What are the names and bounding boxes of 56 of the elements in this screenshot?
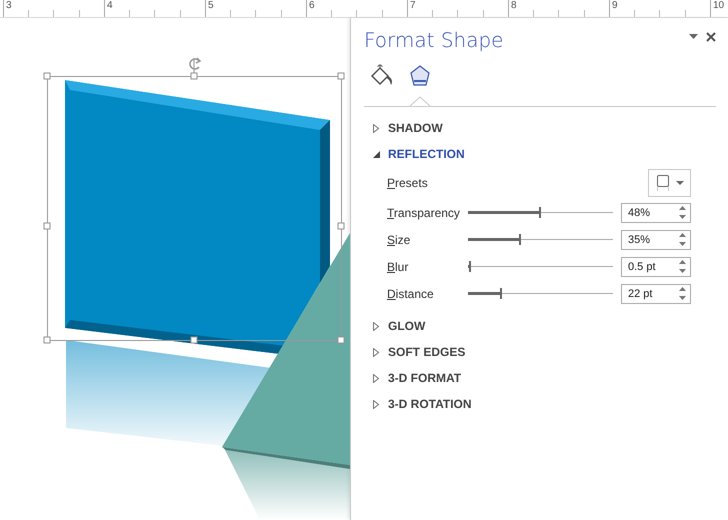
- collapsed-triangle-icon: [373, 374, 380, 382]
- setting-label: Blur: [387, 260, 410, 274]
- presets-label: Presets: [387, 176, 429, 190]
- close-icon[interactable]: [706, 32, 716, 42]
- ruler-number: 3: [5, 0, 12, 13]
- spin-down-icon[interactable]: [679, 242, 686, 246]
- triangle-shape[interactable]: [222, 233, 350, 469]
- paint-bucket-icon: [369, 64, 395, 88]
- slider[interactable]: [468, 261, 615, 272]
- collapsed-triangle-icon: [373, 348, 380, 356]
- panel-title: Format Shape: [364, 28, 504, 52]
- ruler-number: 9: [611, 0, 618, 13]
- preset-frame-icon: [656, 174, 670, 192]
- value-spinner[interactable]: 48%: [621, 202, 691, 222]
- value-spinner[interactable]: 22 pt: [621, 284, 691, 304]
- section-header[interactable]: SHADOW: [364, 115, 443, 141]
- ruler-number: 7: [409, 0, 416, 13]
- value-spinner[interactable]: 35%: [621, 230, 691, 250]
- collapsed-triangle-icon: [373, 400, 380, 408]
- value-spinner[interactable]: 0.5 pt: [621, 256, 691, 276]
- dropdown-caret-icon[interactable]: [689, 34, 698, 40]
- section-header[interactable]: 3-D FORMAT: [364, 365, 462, 391]
- ruler-number: 5: [207, 0, 214, 13]
- rotate-handle-icon[interactable]: [189, 57, 202, 70]
- pentagon-icon: [409, 64, 431, 88]
- ruler-number: 8: [510, 0, 517, 13]
- spin-up-icon[interactable]: [679, 260, 686, 264]
- slider[interactable]: [468, 288, 615, 299]
- expanded-triangle-icon: [373, 150, 380, 158]
- presets-dropdown[interactable]: [648, 169, 691, 197]
- caret-icon: [676, 180, 684, 186]
- spin-down-icon[interactable]: [679, 269, 686, 273]
- ruler-number: 10: [712, 0, 724, 13]
- slider-thumb[interactable]: [519, 234, 522, 245]
- setting-label: Transparency: [387, 206, 461, 220]
- collapsed-triangle-icon: [373, 322, 380, 330]
- spin-down-icon[interactable]: [679, 215, 686, 219]
- ruler-number: 6: [308, 0, 315, 13]
- slider[interactable]: [468, 234, 615, 245]
- selection-frame[interactable]: [44, 58, 344, 344]
- slider-thumb[interactable]: [538, 207, 541, 218]
- spin-up-icon[interactable]: [679, 206, 686, 210]
- section-header[interactable]: 3-D ROTATION: [364, 391, 472, 417]
- slider-thumb[interactable]: [468, 261, 471, 272]
- setting-label: Distance: [387, 286, 435, 300]
- setting-label: Size: [387, 232, 412, 246]
- spin-up-icon[interactable]: [679, 287, 686, 291]
- spin-down-icon[interactable]: [679, 296, 686, 300]
- slider-thumb[interactable]: [500, 288, 502, 299]
- collapsed-triangle-icon: [373, 124, 380, 132]
- slider[interactable]: [468, 207, 615, 218]
- section-header[interactable]: SOFT EDGES: [364, 339, 466, 365]
- section-header[interactable]: REFLECTION: [364, 141, 465, 167]
- ruler-number: 4: [106, 0, 113, 13]
- section-header[interactable]: GLOW: [364, 313, 426, 339]
- spin-up-icon[interactable]: [679, 233, 686, 237]
